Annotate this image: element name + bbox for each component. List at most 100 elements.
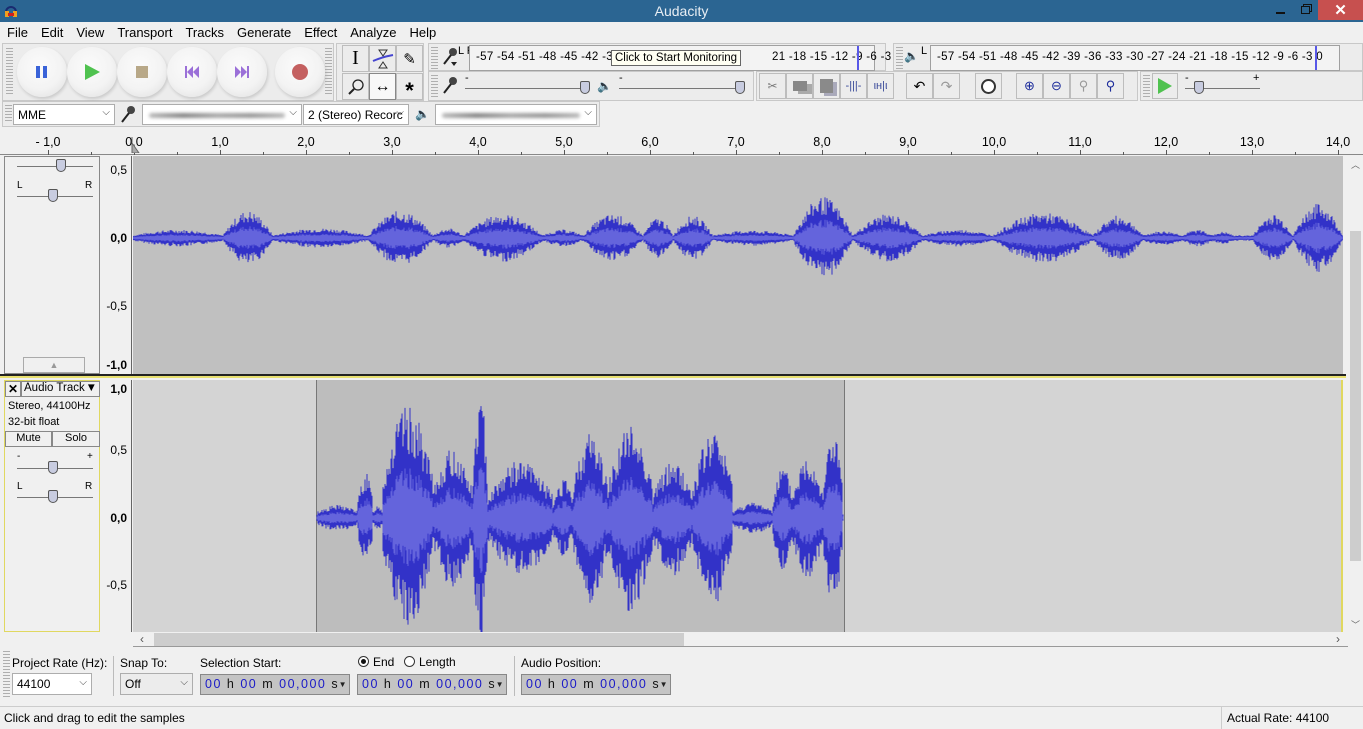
project-rate-select[interactable]: 44100 ⌵: [12, 673, 92, 695]
scroll-up-icon[interactable]: ︿: [1351, 158, 1360, 171]
zoom-in-button[interactable]: ⊕: [1016, 73, 1043, 99]
toolbar-grip[interactable]: [1143, 75, 1150, 97]
menu-generate[interactable]: Generate: [237, 25, 291, 40]
timeline-ruler[interactable]: - 1,0 0,0 1,0 2,0 3,0 4,0 5,0 6,0 7,0 8,0 9,0 10,0 1…: [0, 128, 1363, 155]
track-1-gain-thumb[interactable]: [56, 159, 66, 172]
vertical-scroll-thumb[interactable]: [1350, 231, 1361, 561]
output-volume-thumb[interactable]: [735, 81, 745, 94]
menu-edit[interactable]: Edit: [41, 25, 63, 40]
playback-meter[interactable]: -57 -54 -51 -48 -45 -42 -39 -36 -33 -30 …: [930, 45, 1340, 71]
selection-start-time[interactable]: 00 h 00 m 00,000 s ▼: [200, 674, 350, 695]
track-2-waveform[interactable]: [133, 380, 1343, 632]
slider-min-label: -: [465, 72, 469, 84]
solo-button[interactable]: Solo: [52, 431, 100, 447]
input-volume-slider[interactable]: [465, 88, 585, 89]
restore-button[interactable]: [1290, 0, 1320, 20]
menu-analyze[interactable]: Analyze: [350, 25, 396, 40]
copy-button[interactable]: [786, 73, 813, 99]
track-format-info: Stereo, 44100Hz: [8, 400, 91, 412]
ruler-tick: [392, 150, 393, 155]
dropdown-arrow-icon[interactable]: ▼: [660, 680, 669, 689]
skip-to-start-button[interactable]: [167, 47, 217, 97]
input-volume-thumb[interactable]: [580, 81, 590, 94]
menu-effect[interactable]: Effect: [304, 25, 337, 40]
play-button[interactable]: [67, 47, 117, 97]
ruler-tick: [951, 152, 952, 155]
envelope-tool-button[interactable]: [369, 45, 396, 72]
playback-meter-scale: -57 -54 -51 -48 -45 -42 -39 -36 -33 -30 …: [937, 51, 1323, 63]
scroll-right-icon[interactable]: ›: [1336, 632, 1340, 646]
toolbar-grip[interactable]: [325, 48, 332, 96]
scroll-down-icon[interactable]: ﹀: [1351, 618, 1360, 631]
track-1-waveform[interactable]: [132, 156, 1344, 374]
output-volume-slider[interactable]: [619, 88, 741, 89]
selection-tool-button[interactable]: I: [342, 45, 369, 72]
trim-icon: -|||‑: [845, 80, 862, 92]
record-meter-mic-icon[interactable]: [441, 47, 459, 69]
draw-tool-button[interactable]: ✎: [396, 45, 423, 72]
menu-tracks[interactable]: Tracks: [185, 25, 224, 40]
toolbar-grip[interactable]: [896, 47, 903, 69]
device-toolbar: MME ⌵ ⌵ 2 (Stereo) Recorc ⌵ 🔈 ⌵: [2, 101, 600, 127]
track-2-gain-thumb[interactable]: [48, 461, 58, 474]
silence-button[interactable]: ιн|ι: [867, 73, 894, 99]
cut-button[interactable]: ✂: [759, 73, 786, 99]
audio-host-select[interactable]: MME ⌵: [13, 104, 115, 125]
redacted-device-name: [149, 113, 285, 118]
track-1-pan-thumb[interactable]: [48, 189, 58, 202]
speaker-icon[interactable]: 🔈: [904, 49, 919, 63]
toolbar-grip[interactable]: [431, 47, 438, 69]
length-radio[interactable]: [404, 656, 415, 667]
toolbar-grip[interactable]: [431, 75, 438, 97]
horizontal-scrollbar[interactable]: ‹ ›: [133, 632, 1348, 647]
track-1-gain-slider[interactable]: [17, 166, 93, 167]
ruler-label: 2,0: [297, 135, 315, 149]
multi-tool-button[interactable]: *: [396, 73, 423, 101]
sync-lock-button[interactable]: [975, 73, 1002, 99]
record-button[interactable]: [275, 47, 325, 97]
zoom-out-button[interactable]: ⊖: [1043, 73, 1070, 99]
mute-button[interactable]: Mute: [5, 431, 52, 447]
audio-position-time[interactable]: 00 h 00 m 00,000 s ▼: [521, 674, 671, 695]
toolbar-grip[interactable]: [3, 651, 10, 699]
recording-device-select[interactable]: ⌵: [142, 104, 302, 125]
track-2-pan-thumb[interactable]: [48, 490, 58, 503]
playback-speed-thumb[interactable]: [1194, 81, 1204, 94]
stop-button[interactable]: [117, 47, 167, 97]
redo-button[interactable]: ↷: [933, 73, 960, 99]
collapse-track-button[interactable]: ▲: [23, 357, 85, 373]
close-track-button[interactable]: ✕: [5, 381, 21, 397]
menu-help[interactable]: Help: [409, 25, 436, 40]
menu-view[interactable]: View: [76, 25, 104, 40]
selection-end-time[interactable]: 00 h 00 m 00,000 s ▼: [357, 674, 507, 695]
recording-channels-select[interactable]: 2 (Stereo) Recorc ⌵: [303, 104, 409, 125]
paste-button[interactable]: [813, 73, 840, 99]
dropdown-arrow-icon[interactable]: ▼: [339, 680, 348, 689]
toolbar-grip[interactable]: [5, 105, 12, 123]
ruler-tick: [1295, 152, 1296, 155]
menu-transport[interactable]: Transport: [117, 25, 172, 40]
vertical-scrollbar[interactable]: ︿ ﹀: [1348, 156, 1363, 632]
time-shift-tool-button[interactable]: ↔: [369, 73, 396, 100]
track-2-waveform-svg: [316, 406, 844, 632]
snap-to-select[interactable]: Off ⌵: [120, 673, 193, 695]
trim-button[interactable]: -|||‑: [840, 73, 867, 99]
end-radio[interactable]: [358, 656, 369, 667]
close-button[interactable]: ✕: [1318, 0, 1363, 20]
track-name-menu[interactable]: Audio Track ▼: [21, 381, 100, 397]
playback-device-select[interactable]: ⌵: [435, 104, 597, 125]
pause-button[interactable]: [17, 47, 67, 97]
play-at-speed-button[interactable]: [1152, 73, 1178, 99]
horizontal-scroll-thumb[interactable]: [154, 633, 684, 646]
dropdown-arrow-icon[interactable]: ▼: [496, 680, 505, 689]
scroll-left-icon[interactable]: ‹: [140, 632, 144, 646]
menu-file[interactable]: File: [7, 25, 28, 40]
pause-icon: [36, 66, 47, 78]
ruler-tick: [1209, 152, 1210, 155]
zoom-tool-button[interactable]: [342, 73, 369, 100]
toolbar-grip[interactable]: [6, 48, 13, 96]
undo-button[interactable]: ↶: [906, 73, 933, 99]
skip-to-end-button[interactable]: [217, 47, 267, 97]
fit-selection-button[interactable]: ⚲: [1070, 73, 1097, 99]
fit-project-button[interactable]: ⚲: [1097, 73, 1124, 99]
